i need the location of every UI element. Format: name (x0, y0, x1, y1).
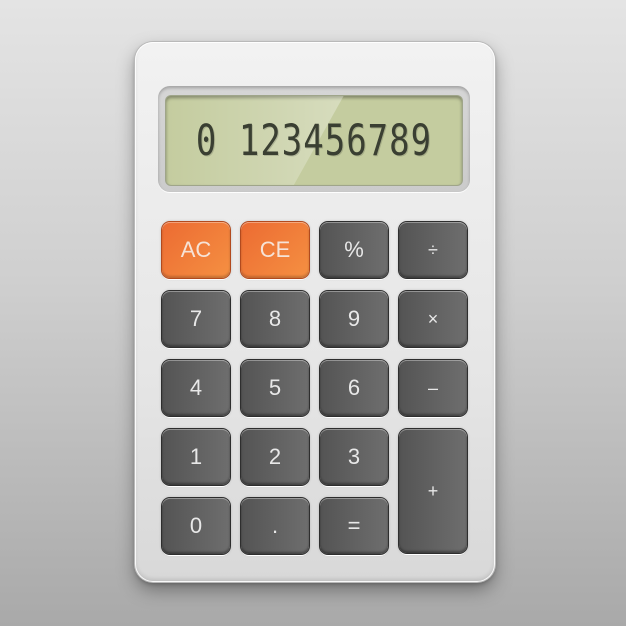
key-9[interactable]: 9 (320, 291, 388, 347)
key-2[interactable]: 2 (241, 429, 309, 485)
key-4[interactable]: 4 (162, 360, 230, 416)
lcd-display: 0 123456789 (166, 96, 462, 185)
key-equals[interactable]: = (320, 498, 388, 554)
key-1[interactable]: 1 (162, 429, 230, 485)
display-bezel: 0 123456789 (158, 86, 470, 192)
key-6[interactable]: 6 (320, 360, 388, 416)
key-ce[interactable]: CE (241, 222, 309, 278)
key-8[interactable]: 8 (241, 291, 309, 347)
display-value: 0 123456789 (195, 115, 433, 166)
key-multiply[interactable]: × (399, 291, 467, 347)
key-percent[interactable]: % (320, 222, 388, 278)
key-0[interactable]: 0 (162, 498, 230, 554)
key-decimal[interactable]: . (241, 498, 309, 554)
key-5[interactable]: 5 (241, 360, 309, 416)
key-7[interactable]: 7 (162, 291, 230, 347)
key-minus[interactable]: – (399, 360, 467, 416)
key-plus[interactable]: + (399, 429, 467, 553)
key-divide[interactable]: ÷ (399, 222, 467, 278)
calculator-body: 0 123456789 AC CE % ÷ 7 8 9 × 4 5 6 – 1 … (135, 42, 495, 582)
key-ac[interactable]: AC (162, 222, 230, 278)
key-3[interactable]: 3 (320, 429, 388, 485)
